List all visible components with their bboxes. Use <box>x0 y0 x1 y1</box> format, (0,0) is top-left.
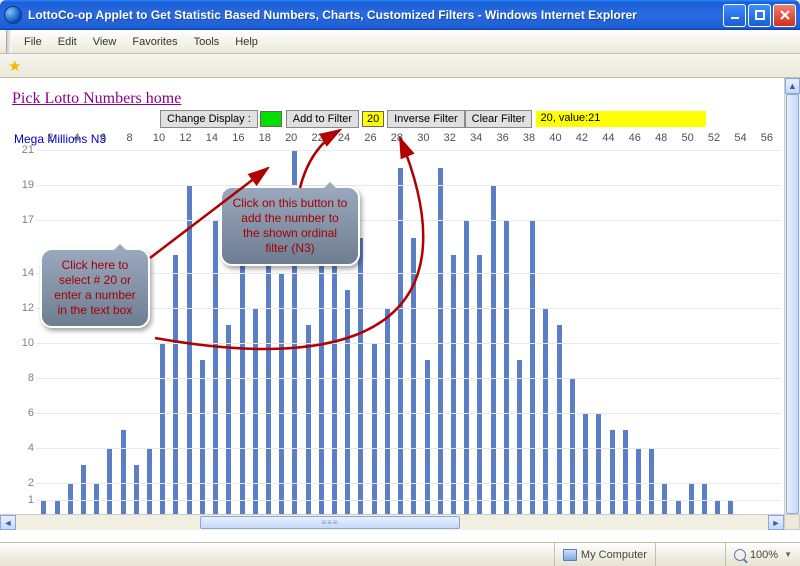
chart-bar[interactable] <box>187 185 192 518</box>
chart-bar[interactable] <box>121 430 126 518</box>
chevron-down-icon: ▼ <box>784 550 792 559</box>
chart-bar[interactable] <box>226 325 231 518</box>
browser-statusbar: My Computer 100% ▼ <box>0 542 800 566</box>
menu-edit[interactable]: Edit <box>50 34 85 50</box>
chart-plot[interactable] <box>38 150 780 518</box>
status-readout: 20, value:21 <box>536 111 706 127</box>
chart-bar[interactable] <box>610 430 615 518</box>
chart-bar[interactable] <box>557 325 562 518</box>
zone-label: My Computer <box>581 549 647 561</box>
chart-bar[interactable] <box>623 430 628 518</box>
chart-bar[interactable] <box>583 413 588 518</box>
menu-help[interactable]: Help <box>227 34 266 50</box>
chart-bar[interactable] <box>81 465 86 518</box>
menu-tools[interactable]: Tools <box>186 34 228 50</box>
window-title: LottoCo-op Applet to Get Statistic Based… <box>28 8 721 22</box>
change-display-button[interactable]: Change Display : <box>160 110 258 128</box>
scroll-left-icon[interactable]: ◄ <box>0 515 16 530</box>
chart-bar[interactable] <box>504 220 509 518</box>
zoom-value: 100% <box>750 549 778 561</box>
favorites-bar: ★ <box>0 54 800 78</box>
chart-bar[interactable] <box>306 325 311 518</box>
chart-bar[interactable] <box>517 360 522 518</box>
home-link[interactable]: Pick Lotto Numbers home <box>12 90 181 108</box>
chart-bar[interactable] <box>200 360 205 518</box>
chart-bar[interactable] <box>464 220 469 518</box>
callout-select-number: Click here to select # 20 or enter a num… <box>40 248 150 328</box>
vertical-scrollbar[interactable]: ▲ ▼ <box>784 78 800 530</box>
zoom-icon <box>734 549 746 561</box>
menu-bar: File Edit View Favorites Tools Help <box>0 30 800 54</box>
window-close-button[interactable] <box>773 4 796 27</box>
menu-grip <box>6 30 12 53</box>
window-minimize-button[interactable] <box>723 4 746 27</box>
chart-bar[interactable] <box>160 343 165 518</box>
window-maximize-button[interactable] <box>748 4 771 27</box>
number-input[interactable]: 20 <box>362 111 384 127</box>
computer-icon <box>563 549 577 561</box>
color-swatch[interactable] <box>260 111 282 127</box>
clear-filter-button[interactable]: Clear Filter <box>465 110 533 128</box>
page-body: Pick Lotto Numbers home Change Display :… <box>0 78 784 514</box>
chart-bar[interactable] <box>530 220 535 518</box>
callout-add-to-filter: Click on this button to add the number t… <box>220 186 360 266</box>
menu-file[interactable]: File <box>16 34 50 50</box>
horizontal-scrollbar[interactable]: ◄ ≡≡≡ ► <box>0 514 784 530</box>
chart-bar[interactable] <box>596 413 601 518</box>
chart-bar[interactable] <box>451 255 456 518</box>
scroll-up-icon[interactable]: ▲ <box>785 78 800 94</box>
scroll-h-thumb[interactable]: ≡≡≡ <box>200 516 460 529</box>
scroll-corner <box>784 514 800 530</box>
add-to-filter-button[interactable]: Add to Filter <box>286 110 359 128</box>
chart-bar[interactable] <box>425 360 430 518</box>
browser-content: Pick Lotto Numbers home Change Display :… <box>0 78 800 542</box>
chart-bar[interactable] <box>477 255 482 518</box>
favorites-star-icon[interactable]: ★ <box>8 57 21 75</box>
chart-bar[interactable] <box>332 255 337 518</box>
chart-bar[interactable] <box>279 273 284 518</box>
menu-view[interactable]: View <box>85 34 125 50</box>
ie-logo-icon <box>4 6 22 24</box>
scroll-v-thumb[interactable] <box>786 94 799 514</box>
zoom-control[interactable]: 100% ▼ <box>725 543 800 566</box>
window-titlebar: LottoCo-op Applet to Get Statistic Based… <box>0 0 800 30</box>
scroll-right-icon[interactable]: ► <box>768 515 784 530</box>
protected-mode-cell[interactable] <box>655 543 725 566</box>
inverse-filter-button[interactable]: Inverse Filter <box>387 110 465 128</box>
chart-bar[interactable] <box>213 220 218 518</box>
chart-bar[interactable] <box>134 465 139 518</box>
menu-favorites[interactable]: Favorites <box>124 34 185 50</box>
applet-toolbar: Change Display : Add to Filter 20 Invers… <box>160 110 706 128</box>
chart-bar[interactable] <box>491 185 496 518</box>
security-zone[interactable]: My Computer <box>554 543 655 566</box>
chart-bar[interactable] <box>372 343 377 518</box>
chart-bar[interactable] <box>173 255 178 518</box>
